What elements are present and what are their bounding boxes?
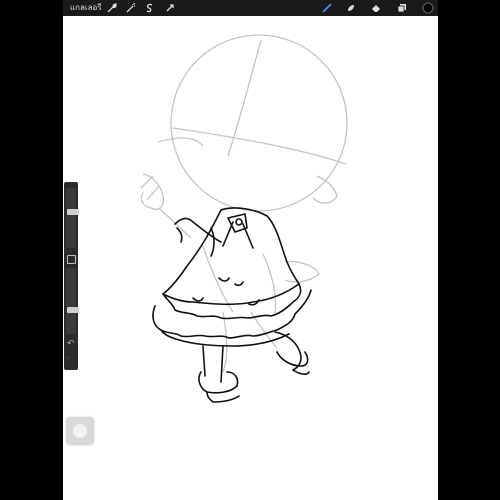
- opacity-slider[interactable]: [66, 268, 79, 334]
- eraser-icon[interactable]: [370, 2, 382, 14]
- hand-guide-left: [140, 173, 165, 210]
- brush-size-thumb[interactable]: [67, 208, 79, 215]
- leg-guide-left: [222, 311, 228, 373]
- modify-button[interactable]: [67, 255, 76, 264]
- artwork: [140, 34, 348, 403]
- brush-icon[interactable]: [321, 2, 333, 14]
- hem-line: [162, 283, 300, 306]
- left-shoe: [206, 391, 240, 403]
- transform-icon[interactable]: [164, 2, 176, 14]
- redo-icon[interactable]: ·: [67, 354, 70, 364]
- selection-icon[interactable]: [144, 2, 156, 14]
- head-horizontal-guide: [172, 127, 347, 165]
- brush-sidebar: ↶ ·: [64, 182, 79, 370]
- smudge-icon[interactable]: [345, 2, 357, 14]
- head-vertical-guide: [227, 39, 262, 157]
- layers-icon[interactable]: [396, 2, 408, 14]
- magic-wand-icon[interactable]: [125, 2, 137, 14]
- body-guide-2: [262, 253, 277, 315]
- quickmenu-button[interactable]: [66, 417, 94, 445]
- cuff-edge: [176, 227, 183, 243]
- hand-guide-right: [284, 260, 320, 283]
- right-foot: [292, 369, 310, 375]
- bow-left-loop: [227, 213, 248, 233]
- drawing-canvas[interactable]: [63, 16, 438, 500]
- gallery-button[interactable]: แกลเลอรี: [70, 2, 102, 14]
- left-leg: [202, 345, 224, 383]
- ink-layer: [152, 207, 312, 403]
- color-icon[interactable]: [422, 2, 434, 14]
- bow-ribbons: [222, 221, 254, 249]
- dress-right-side: [220, 207, 300, 285]
- top-toolbar: แกลเลอรี: [63, 0, 438, 16]
- seam: [210, 227, 215, 257]
- head-guide: [170, 34, 348, 212]
- opacity-thumb[interactable]: [67, 307, 79, 313]
- right-sock-cuff: [276, 351, 309, 367]
- bow-knot: [235, 218, 243, 226]
- sketch-layer: [140, 34, 348, 373]
- cheek-guide: [157, 137, 204, 147]
- undo-icon[interactable]: ↶: [67, 339, 75, 349]
- finger-guide: [140, 175, 160, 201]
- skirt-right: [294, 289, 312, 315]
- dress-detail-1: [218, 277, 244, 287]
- wrench-icon[interactable]: [106, 2, 118, 14]
- brush-size-slider[interactable]: [66, 188, 79, 248]
- quickmenu-icon: [73, 424, 87, 438]
